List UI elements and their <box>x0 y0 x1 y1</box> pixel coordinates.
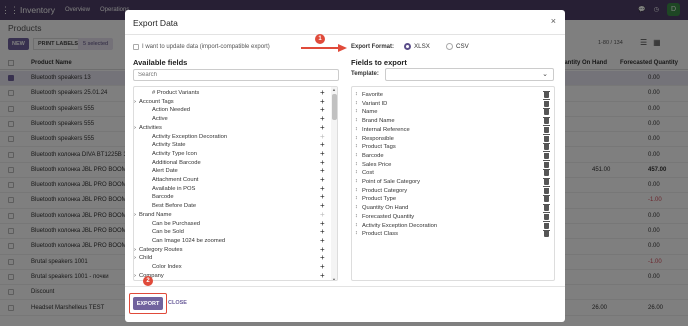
annotation-arrow <box>301 44 347 52</box>
